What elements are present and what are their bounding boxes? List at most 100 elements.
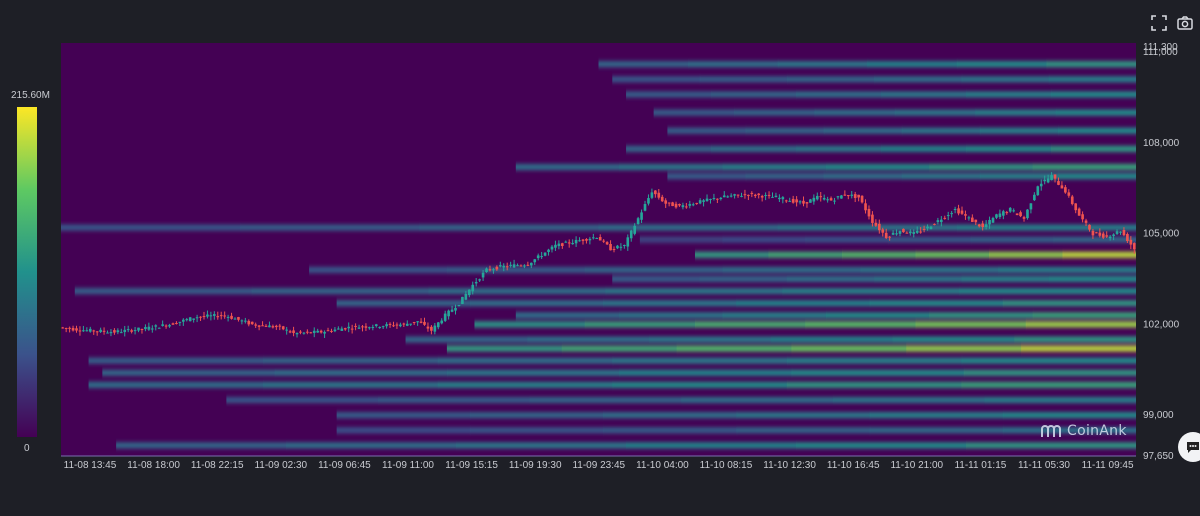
heatmap-band bbox=[814, 109, 896, 116]
heatmap-band bbox=[1055, 109, 1136, 116]
candle-body bbox=[977, 224, 981, 227]
heatmap-band bbox=[688, 61, 779, 68]
heatmap-band bbox=[612, 357, 788, 364]
heatmap-band bbox=[336, 412, 471, 419]
candle-body bbox=[450, 309, 454, 312]
candle-body bbox=[461, 296, 464, 304]
heatmap-band bbox=[736, 300, 871, 307]
candle-body bbox=[864, 203, 867, 211]
candle-body bbox=[853, 194, 857, 198]
heatmap-band bbox=[116, 442, 288, 449]
candle-body bbox=[946, 215, 950, 217]
heatmap-band bbox=[1002, 427, 1136, 434]
heatmap-band bbox=[1021, 345, 1136, 352]
candle-body bbox=[953, 208, 957, 210]
candle-body bbox=[657, 192, 661, 198]
candle-body bbox=[560, 243, 564, 247]
candle-body bbox=[833, 200, 836, 202]
screenshot-button[interactable] bbox=[1176, 14, 1194, 32]
heatmap-band bbox=[74, 288, 253, 295]
candle-body bbox=[495, 266, 499, 270]
x-tick-label: 11-10 04:00 bbox=[636, 460, 689, 471]
y-tick-label: 97,650 bbox=[1143, 451, 1174, 462]
candle-body bbox=[988, 219, 991, 225]
chat-button[interactable] bbox=[1178, 432, 1200, 462]
candle-body bbox=[840, 195, 843, 199]
candle-body bbox=[1036, 186, 1040, 196]
candle-body bbox=[722, 195, 726, 198]
candle-body bbox=[943, 217, 947, 219]
x-axis: 11-08 13:45 11-08 18:00 11-08 22:15 11-09 0… bbox=[64, 460, 1134, 471]
heatmap-band bbox=[446, 345, 563, 352]
candle-body bbox=[109, 332, 113, 334]
candle-body bbox=[898, 231, 902, 234]
candle-body bbox=[922, 228, 926, 230]
candle-body bbox=[1012, 210, 1016, 212]
x-tick-label: 11-09 02:30 bbox=[254, 460, 307, 471]
candle-body bbox=[481, 272, 485, 278]
heatmap-band bbox=[966, 91, 1053, 98]
candle-body bbox=[802, 200, 805, 204]
heatmap-band bbox=[966, 145, 1053, 152]
candle-body bbox=[412, 322, 416, 324]
candle-body bbox=[1115, 231, 1119, 234]
candle-body bbox=[726, 196, 730, 198]
candle-body bbox=[753, 194, 757, 197]
chat-bubble-icon bbox=[1187, 442, 1199, 453]
candle-body bbox=[650, 192, 654, 198]
candle-body bbox=[130, 330, 133, 332]
heatmap-band bbox=[263, 357, 439, 364]
heatmap-band bbox=[561, 345, 678, 352]
candle-body bbox=[516, 265, 519, 267]
candle-body bbox=[771, 196, 774, 198]
x-tick-label: 11-11 05:30 bbox=[1018, 460, 1070, 471]
heatmap-band bbox=[998, 266, 1136, 273]
candle-body bbox=[361, 326, 364, 328]
candle-body bbox=[554, 244, 557, 248]
candle-body bbox=[809, 199, 812, 203]
candle-body bbox=[164, 325, 168, 327]
candle-body bbox=[1005, 212, 1009, 214]
candle-body bbox=[547, 249, 550, 253]
candle-body bbox=[1081, 214, 1084, 220]
candle-body bbox=[843, 194, 847, 196]
candle-body bbox=[1043, 179, 1047, 182]
heatmap-band bbox=[860, 266, 1000, 273]
candle-body bbox=[1095, 232, 1098, 234]
heatmap-band bbox=[915, 251, 990, 258]
candle-body bbox=[660, 196, 664, 202]
candle-body bbox=[712, 198, 716, 200]
candle-body bbox=[368, 327, 371, 329]
candle-body bbox=[933, 223, 936, 225]
heatmap-band bbox=[699, 276, 788, 282]
heatmap-band bbox=[428, 288, 607, 295]
heatmap-band bbox=[869, 412, 1004, 419]
candle-body bbox=[381, 326, 385, 328]
candle-body bbox=[133, 330, 137, 332]
candle-body bbox=[671, 202, 674, 207]
fullscreen-button[interactable] bbox=[1150, 14, 1168, 32]
heatmap-band bbox=[984, 397, 1136, 404]
liquidation-heatmap-chart[interactable]: 215.60M 0 11-08 13:45 11-08 18:00 11-08 22… bbox=[0, 0, 1200, 516]
heatmap-band bbox=[612, 381, 788, 388]
candle-body bbox=[426, 326, 430, 329]
heatmap-band bbox=[929, 312, 1034, 319]
candle-body bbox=[457, 304, 461, 306]
heatmap-band bbox=[915, 321, 1027, 328]
candle-body bbox=[71, 327, 75, 331]
heatmap-band bbox=[419, 224, 600, 231]
candle-body bbox=[585, 239, 588, 241]
heatmap-band bbox=[274, 369, 448, 376]
candle-body bbox=[1002, 211, 1005, 216]
candle-body bbox=[519, 265, 523, 267]
candle-body bbox=[760, 195, 764, 198]
colorbar-gradient bbox=[17, 107, 37, 437]
heatmap-band bbox=[446, 266, 586, 273]
candle-body bbox=[719, 197, 723, 200]
heatmap-band bbox=[745, 173, 825, 180]
heatmap-band bbox=[711, 145, 798, 152]
candle-body bbox=[240, 320, 244, 322]
x-tick-label: 11-09 23:45 bbox=[572, 460, 625, 471]
x-tick-label: 11-10 16:45 bbox=[827, 460, 880, 471]
heatmap-band bbox=[474, 321, 586, 328]
